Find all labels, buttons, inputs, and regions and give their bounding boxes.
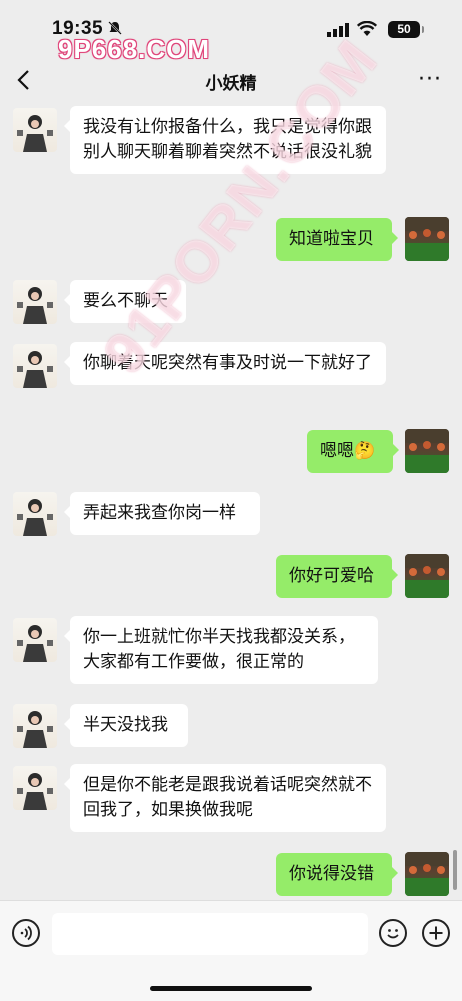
home-indicator (150, 986, 312, 991)
plus-icon[interactable] (422, 919, 450, 947)
message-bubble-received[interactable]: 半天没找我 (64, 704, 188, 747)
battery-indicator: 50 (388, 21, 424, 38)
wifi-icon (357, 21, 377, 36)
message-bubble-received[interactable]: 要么不聊天 (64, 280, 186, 323)
chat-title: 小妖精 (205, 74, 257, 94)
contact-avatar[interactable] (13, 492, 57, 536)
chat-history[interactable]: 我没有让你报备什么，我只是觉得你跟别人聊天聊着聊着突然不说话很没礼貌 知道啦宝贝… (0, 104, 462, 900)
emoji-icon[interactable] (379, 919, 407, 947)
message-bubble-received[interactable]: 你一上班就忙你半天找我都没关系，大家都有工作要做，很正常的 (64, 616, 378, 684)
my-avatar[interactable] (405, 429, 449, 473)
message-bubble-received[interactable]: 你聊着天呢突然有事及时说一下就好了 (64, 342, 386, 385)
contact-avatar[interactable] (13, 280, 57, 324)
message-bubble-received[interactable]: 弄起来我查你岗一样 (64, 492, 260, 535)
scrollbar[interactable] (453, 850, 457, 890)
signal-icon (327, 23, 349, 37)
message-bubble-received[interactable]: 但是你不能老是跟我说着话呢突然就不回我了，如果换做我呢 (64, 764, 386, 832)
my-avatar[interactable] (405, 852, 449, 896)
message-bubble-sent[interactable]: 你好可爱哈 (276, 555, 398, 598)
message-input[interactable] (52, 913, 368, 955)
message-bubble-sent[interactable]: 你说得没错 (276, 853, 398, 896)
contact-avatar[interactable] (13, 108, 57, 152)
voice-icon[interactable] (12, 919, 40, 947)
nav-bar: 小妖精 ··· (0, 56, 462, 104)
message-bubble-received[interactable]: 我没有让你报备什么，我只是觉得你跟别人聊天聊着聊着突然不说话很没礼貌 (64, 106, 386, 174)
contact-avatar[interactable] (13, 344, 57, 388)
my-avatar[interactable] (405, 217, 449, 261)
message-bubble-sent[interactable]: 知道啦宝贝 (276, 218, 398, 261)
more-options-button[interactable]: ··· (418, 69, 442, 91)
contact-avatar[interactable] (13, 704, 57, 748)
my-avatar[interactable] (405, 554, 449, 598)
contact-avatar[interactable] (13, 766, 57, 810)
contact-avatar[interactable] (13, 618, 57, 662)
message-bubble-sent[interactable]: 嗯嗯🤔 (307, 430, 399, 473)
